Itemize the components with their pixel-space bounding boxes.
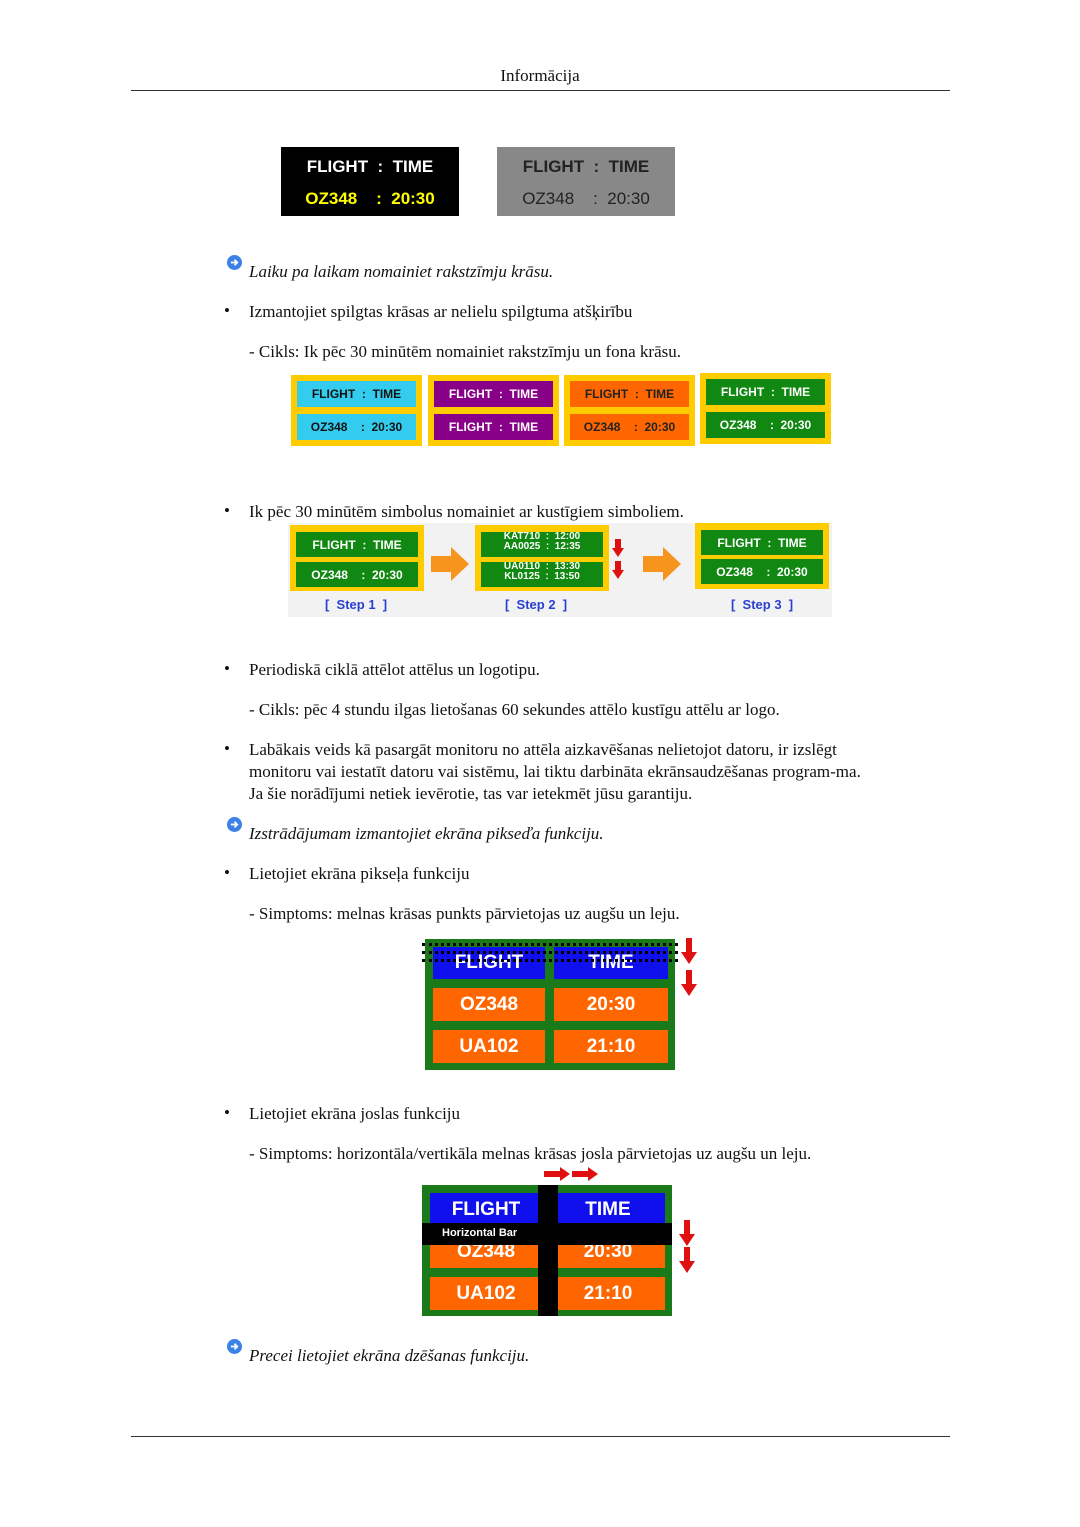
red-right-arrow-icon bbox=[544, 1167, 570, 1181]
bullet-text: Lietojiet ekrāna joslas funkciju bbox=[249, 1104, 461, 1123]
board-cell: 21:10 bbox=[554, 1030, 668, 1063]
gray-sign-panel: FLIGHT : TIME OZ348 : 20:30 bbox=[497, 147, 675, 216]
bullet-marker: • bbox=[224, 501, 230, 520]
bar-shift-board: FLIGHT TIME OZ348 20:30 UA102 21:10 Hori… bbox=[422, 1185, 672, 1316]
note-text: Precei lietojiet ekrāna dzēšanas funkcij… bbox=[249, 1346, 530, 1365]
page-header-title: Informācija bbox=[500, 66, 580, 85]
note-text: Izstrādājumam izmantojiet ekrāna pikseďa… bbox=[249, 824, 604, 843]
orange-arrow-icon bbox=[643, 547, 681, 581]
color-cycle-line: FLIGHT : TIME bbox=[434, 381, 553, 407]
info-arrow-icon bbox=[227, 255, 242, 270]
step3-line-2: OZ348 : 20:30 bbox=[701, 559, 823, 584]
board-cell: UA102 bbox=[433, 1030, 545, 1063]
color-cycle-line: FLIGHT : TIME bbox=[570, 381, 689, 407]
red-down-arrow-icon bbox=[679, 1220, 695, 1246]
scroll-text: KL0125 : 13:50 bbox=[504, 570, 580, 582]
board-cell: OZ348 bbox=[433, 988, 545, 1021]
color-cycle-line: OZ348 : 20:30 bbox=[706, 412, 825, 438]
info-arrow-icon bbox=[227, 1339, 242, 1354]
sign-line-2: OZ348 : 20:30 bbox=[522, 189, 650, 208]
horizontal-black-bar: Horizontal Bar bbox=[422, 1223, 672, 1245]
sub-text: - Simptoms: horizontāla/vertikāla melnas… bbox=[249, 1144, 812, 1163]
orange-arrow-icon bbox=[431, 547, 469, 581]
bullet-text: Ik pēc 30 minūtēm simbolus nomainiet ar … bbox=[249, 502, 684, 521]
red-down-arrow-icon bbox=[679, 1247, 695, 1273]
color-cycle-line: OZ348 : 20:30 bbox=[297, 414, 416, 440]
board-cell: UA102 bbox=[430, 1277, 542, 1310]
horizontal-bar-label: Horizontal Bar bbox=[442, 1227, 518, 1239]
step2-line-2: UA0110 : 13:30 KL0125 : 13:50 bbox=[481, 562, 603, 587]
dotted-pixel-line bbox=[422, 951, 678, 958]
sub-text: - Cikls: Ik pēc 30 minūtēm nomainiet rak… bbox=[249, 342, 681, 361]
bullet-marker: • bbox=[224, 739, 230, 758]
bullet-marker: • bbox=[224, 659, 230, 678]
red-down-arrow-icon bbox=[612, 539, 624, 557]
sign-line-2: OZ348 : 20:30 bbox=[305, 189, 435, 208]
bullet-marker: • bbox=[224, 1103, 230, 1122]
sub-text: - Cikls: pēc 4 stundu ilgas lietošanas 6… bbox=[249, 700, 780, 719]
red-down-arrow-icon bbox=[681, 970, 697, 996]
sub-text: - Simptoms: melnas krāsas punkts pārviet… bbox=[249, 904, 680, 923]
step2-label: [ Step 2 ] bbox=[505, 597, 568, 612]
color-cycle-line: FLIGHT : TIME bbox=[434, 414, 553, 440]
board-cell: 20:30 bbox=[554, 988, 668, 1021]
red-right-arrow-icon bbox=[572, 1167, 598, 1181]
step1-line-2: OZ348 : 20:30 bbox=[296, 562, 418, 587]
step2-line-1: KAT710 : 12:00 AA0025 : 12:35 bbox=[481, 532, 603, 557]
red-down-arrow-icon bbox=[681, 938, 697, 964]
dark-sign-panel: FLIGHT : TIME OZ348 : 20:30 bbox=[281, 147, 459, 216]
bullet-text: Lietojiet ekrāna pikseļa funkciju bbox=[249, 864, 470, 883]
red-down-arrow-icon bbox=[612, 561, 624, 579]
header-rule bbox=[131, 90, 950, 91]
dotted-pixel-line bbox=[422, 959, 678, 966]
dotted-pixel-line bbox=[422, 943, 678, 950]
bullet-text: Izmantojiet spilgtas krāsas ar nelielu s… bbox=[249, 302, 633, 321]
info-arrow-icon bbox=[227, 817, 242, 832]
bullet-marker: • bbox=[224, 863, 230, 882]
step1-label: [ Step 1 ] bbox=[325, 597, 388, 612]
bullet-paragraph: Labākais veids kā pasargāt monitoru no a… bbox=[249, 740, 861, 803]
scroll-text: AA0025 : 12:35 bbox=[503, 540, 581, 552]
pixel-shift-board: FLIGHT TIME OZ348 20:30 UA102 21:10 bbox=[422, 939, 678, 1070]
bullet-text: Periodiskā ciklā attēlot attēlus un logo… bbox=[249, 660, 540, 679]
footer-rule bbox=[131, 1436, 950, 1437]
color-cycle-line: FLIGHT : TIME bbox=[706, 379, 825, 405]
sign-line-1: FLIGHT : TIME bbox=[306, 157, 434, 176]
board-cell: 21:10 bbox=[551, 1277, 665, 1310]
step3-label: [ Step 3 ] bbox=[731, 597, 794, 612]
moving-symbols-illustration: FLIGHT : TIME OZ348 : 20:30 [ Step 1 ] K… bbox=[288, 523, 832, 617]
color-cycle-line: OZ348 : 20:30 bbox=[570, 414, 689, 440]
board-header-time: TIME bbox=[551, 1193, 665, 1226]
note-text: Laiku pa laikam nomainiet rakstzīmju krā… bbox=[249, 262, 554, 281]
color-cycle-line: FLIGHT : TIME bbox=[297, 381, 416, 407]
step3-line-1: FLIGHT : TIME bbox=[701, 530, 823, 555]
step1-line-1: FLIGHT : TIME bbox=[296, 532, 418, 557]
board-header-flight: FLIGHT bbox=[430, 1193, 542, 1226]
bullet-marker: • bbox=[224, 301, 230, 320]
sign-line-1: FLIGHT : TIME bbox=[522, 157, 650, 176]
vertical-black-bar bbox=[538, 1185, 558, 1316]
